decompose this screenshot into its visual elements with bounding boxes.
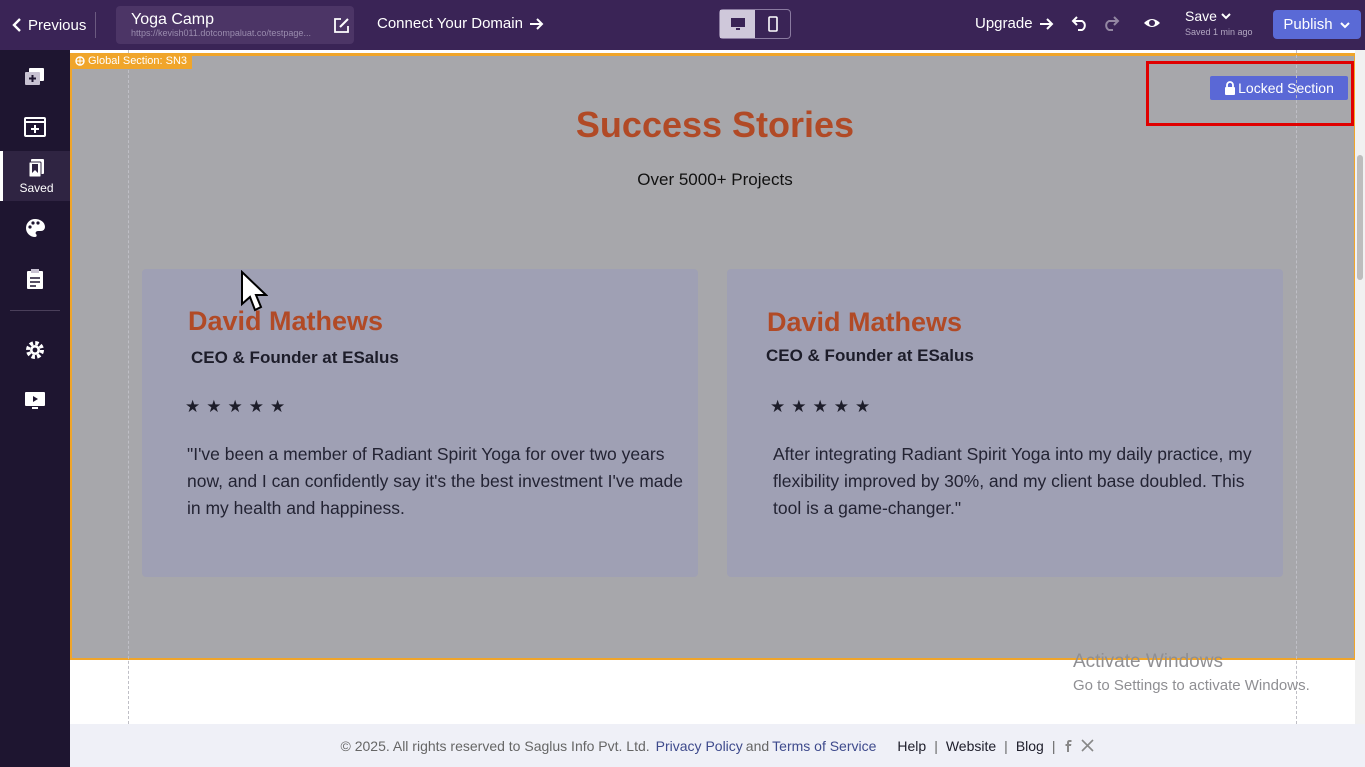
clipboard-icon <box>27 269 43 289</box>
publish-label: Publish <box>1283 16 1333 33</box>
blog-link[interactable]: Blog <box>1016 738 1044 754</box>
x-twitter-icon[interactable] <box>1081 739 1095 752</box>
sidebar-item-settings[interactable] <box>0 325 70 375</box>
footer: © 2025. All rights reserved to Saglus In… <box>70 724 1365 767</box>
editor-canvas: Success Stories Over 5000+ Projects Davi… <box>70 50 1365 724</box>
facebook-icon[interactable] <box>1063 739 1073 753</box>
rating-stars: ★★★★★ <box>770 397 877 416</box>
sidebar-item-forms[interactable] <box>0 254 70 304</box>
testimonial-card[interactable]: David Mathews CEO & Founder at ESalus ★★… <box>142 269 698 577</box>
saved-status: Saved 1 min ago <box>1185 27 1253 37</box>
previous-label: Previous <box>28 16 87 34</box>
preview-button[interactable] <box>1143 14 1161 32</box>
testimonial-quote: After integrating Radiant Spirit Yoga in… <box>773 444 1252 518</box>
privacy-policy-link[interactable]: Privacy Policy <box>656 738 743 754</box>
terms-link[interactable]: Terms of Service <box>772 738 876 754</box>
previous-button[interactable]: Previous <box>12 14 86 36</box>
save-label: Save <box>1185 8 1217 24</box>
watermark-title: Activate Windows <box>1073 651 1223 672</box>
toolbar-divider <box>95 12 96 38</box>
sidebar-item-label: Saved <box>19 180 54 195</box>
testimonial-name: David Mathews <box>767 307 963 337</box>
mobile-view-button[interactable] <box>755 10 790 38</box>
page-title: Yoga Camp <box>131 11 215 28</box>
section-subtitle: Over 5000+ Projects <box>637 170 793 189</box>
footer-separator: | <box>1004 737 1008 754</box>
monitor-icon <box>25 392 45 409</box>
guide-line-right <box>1296 50 1297 724</box>
chevron-down-icon <box>1221 13 1231 20</box>
sidebar-item-theme[interactable] <box>0 203 70 253</box>
palette-icon <box>26 219 45 237</box>
arrow-right-icon <box>529 17 544 30</box>
redo-icon <box>1105 16 1120 31</box>
guide-line-left <box>128 50 129 724</box>
redo-button[interactable] <box>1102 14 1120 32</box>
footer-separator: | <box>934 737 938 754</box>
upgrade-button[interactable]: Upgrade <box>975 15 1054 32</box>
desktop-view-button[interactable] <box>720 10 755 38</box>
top-toolbar: Previous Yoga Camp https://kevish011.dot… <box>0 0 1365 50</box>
globe-icon <box>75 56 85 66</box>
undo-icon <box>1071 16 1086 31</box>
mouse-cursor-icon <box>241 270 268 312</box>
scrollbar-thumb[interactable] <box>1357 155 1363 280</box>
upgrade-label: Upgrade <box>975 15 1033 32</box>
footer-separator: | <box>1051 737 1056 754</box>
chevron-down-icon <box>1339 21 1350 28</box>
add-section-icon <box>24 117 46 137</box>
add-page-icon <box>25 68 44 85</box>
testimonial-name: David Mathews <box>188 306 384 336</box>
page-url: https://kevish011.dotcompaluat.co/testpa… <box>131 28 311 38</box>
publish-button[interactable]: Publish <box>1273 10 1361 39</box>
page-title-box[interactable]: Yoga Camp https://kevish011.dotcompaluat… <box>116 6 354 44</box>
global-section-label: Global Section: SN3 <box>88 55 188 67</box>
desktop-icon <box>730 18 745 30</box>
watermark-subtitle: Go to Settings to activate Windows. <box>1073 677 1310 694</box>
testimonial-role: CEO & Founder at ESalus <box>766 346 974 365</box>
testimonial-card[interactable]: David Mathews CEO & Founder at ESalus ★★… <box>727 269 1283 577</box>
sidebar-item-saved[interactable]: Saved <box>0 151 70 201</box>
copyright-text: © 2025. All rights reserved to Saglus In… <box>340 737 650 754</box>
help-link[interactable]: Help <box>897 738 926 754</box>
mobile-icon <box>767 16 778 32</box>
gear-icon <box>26 341 44 359</box>
and-text: and <box>745 737 770 754</box>
sidebar-item-add-section[interactable] <box>0 102 70 152</box>
testimonial-quote: "I've been a member of Radiant Spirit Yo… <box>187 444 683 518</box>
sidebar-item-add-page[interactable] <box>0 52 70 102</box>
sidebar-divider <box>10 310 60 311</box>
saved-icon <box>28 158 44 177</box>
left-sidebar: Saved <box>0 50 70 767</box>
arrow-right-icon <box>1039 17 1053 30</box>
eye-icon <box>1144 19 1160 27</box>
windows-activation-watermark: Activate Windows Go to Settings to activ… <box>1073 651 1310 694</box>
scrollbar[interactable] <box>1355 50 1365 724</box>
highlight-box <box>1146 61 1354 126</box>
rating-stars: ★★★★★ <box>185 397 292 416</box>
website-link[interactable]: Website <box>946 738 996 754</box>
device-toggle <box>719 9 791 39</box>
save-control[interactable]: Save Saved 1 min ago <box>1185 8 1253 37</box>
global-section-tag: Global Section: SN3 <box>70 53 193 69</box>
connect-domain-label: Connect Your Domain <box>377 15 523 32</box>
connect-domain-button[interactable]: Connect Your Domain <box>377 15 544 32</box>
sidebar-item-preview[interactable] <box>0 376 70 426</box>
global-section[interactable]: Success Stories Over 5000+ Projects Davi… <box>70 53 1356 660</box>
chevron-left-icon <box>12 18 21 32</box>
testimonial-role: CEO & Founder at ESalus <box>191 348 399 367</box>
undo-button[interactable] <box>1071 14 1089 32</box>
edit-icon[interactable] <box>333 17 350 34</box>
